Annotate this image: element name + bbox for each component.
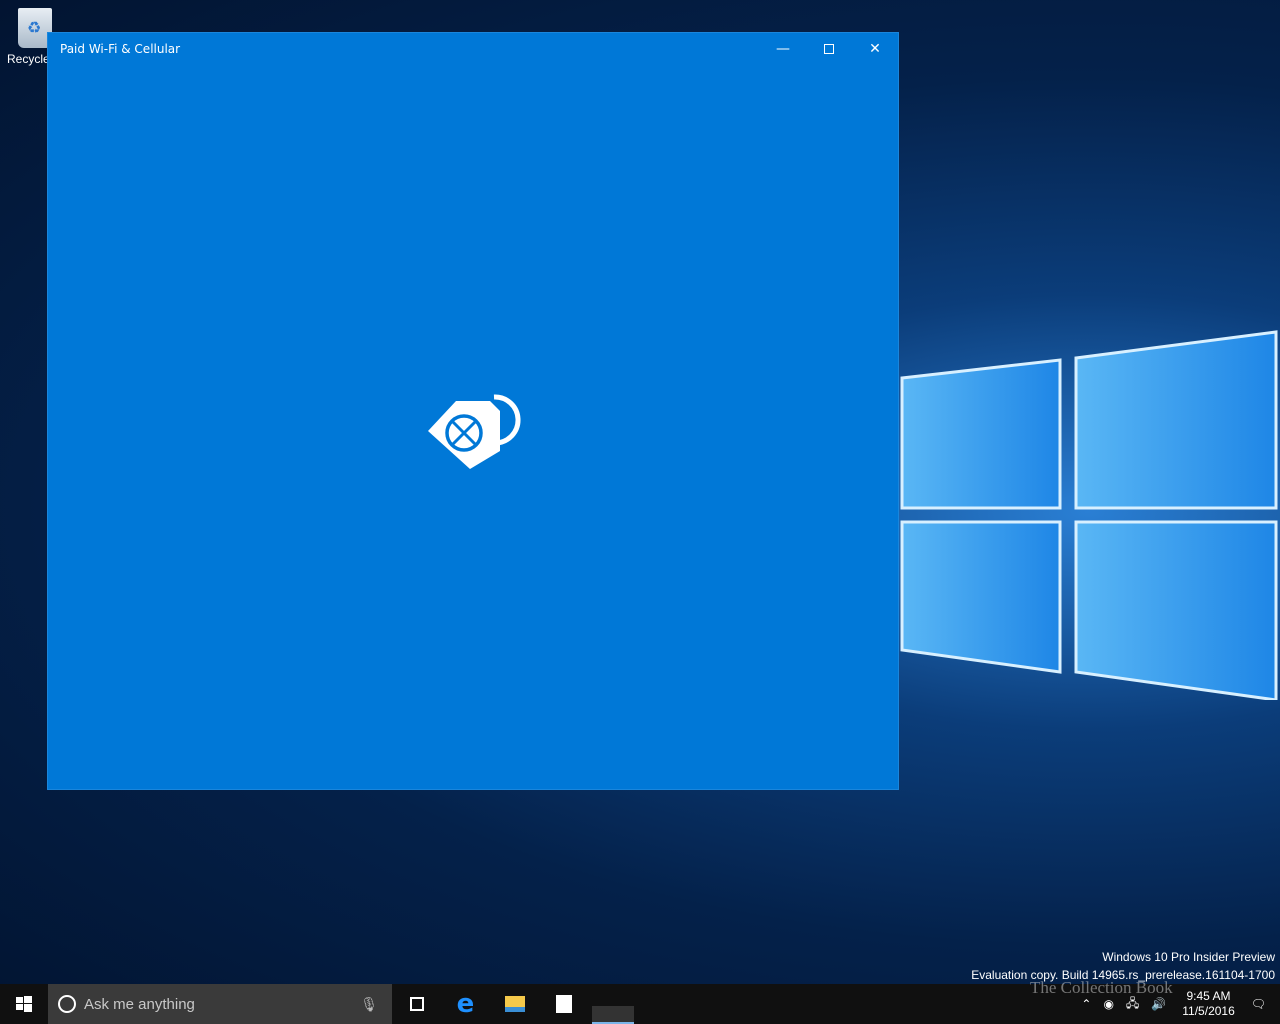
edge-icon: e	[456, 989, 475, 1019]
edition-text: Windows 10 Pro Insider Preview	[1102, 950, 1275, 964]
title-bar[interactable]: Paid Wi-Fi & Cellular — ✕	[48, 33, 898, 64]
task-view-icon	[409, 997, 424, 1011]
edge-button[interactable]: e	[441, 984, 490, 1024]
action-center-icon[interactable]: 🗨	[1251, 997, 1266, 1011]
start-button[interactable]	[0, 984, 48, 1024]
clock-date: 11/5/2016	[1182, 1004, 1235, 1018]
app-window: Paid Wi-Fi & Cellular — ✕	[47, 32, 899, 790]
search-placeholder: Ask me anything	[84, 995, 195, 1013]
search-box[interactable]: Ask me anything 🎙	[48, 984, 392, 1024]
minimize-button[interactable]: —	[760, 33, 806, 64]
maximize-button[interactable]	[806, 33, 852, 64]
close-button[interactable]: ✕	[852, 33, 898, 64]
maximize-icon	[824, 43, 834, 54]
task-view-button[interactable]	[392, 984, 441, 1024]
record-icon[interactable]: ◉	[1103, 997, 1113, 1011]
site-watermark: The Collection Book	[1030, 978, 1173, 997]
windows-start-icon	[16, 996, 32, 1012]
store-icon	[555, 995, 572, 1013]
cortana-icon	[58, 995, 76, 1013]
store-button[interactable]	[539, 984, 588, 1024]
running-app-button[interactable]	[592, 1006, 634, 1024]
price-tag-globe-icon	[428, 394, 521, 469]
window-title: Paid Wi-Fi & Cellular	[60, 41, 181, 56]
minimize-icon: —	[776, 40, 790, 57]
file-explorer-icon	[504, 996, 525, 1012]
file-explorer-button[interactable]	[490, 984, 539, 1024]
clock[interactable]: 9:45 AM 11/5/2016	[1182, 989, 1235, 1019]
close-icon: ✕	[869, 40, 881, 57]
microphone-icon[interactable]: 🎙	[360, 996, 378, 1013]
clock-time: 9:45 AM	[1186, 989, 1231, 1003]
windows-wallpaper-logo	[900, 330, 1278, 700]
volume-icon[interactable]: 🔊	[1151, 997, 1166, 1011]
show-hidden-icons-chevron-icon[interactable]: ⌃	[1081, 997, 1091, 1011]
